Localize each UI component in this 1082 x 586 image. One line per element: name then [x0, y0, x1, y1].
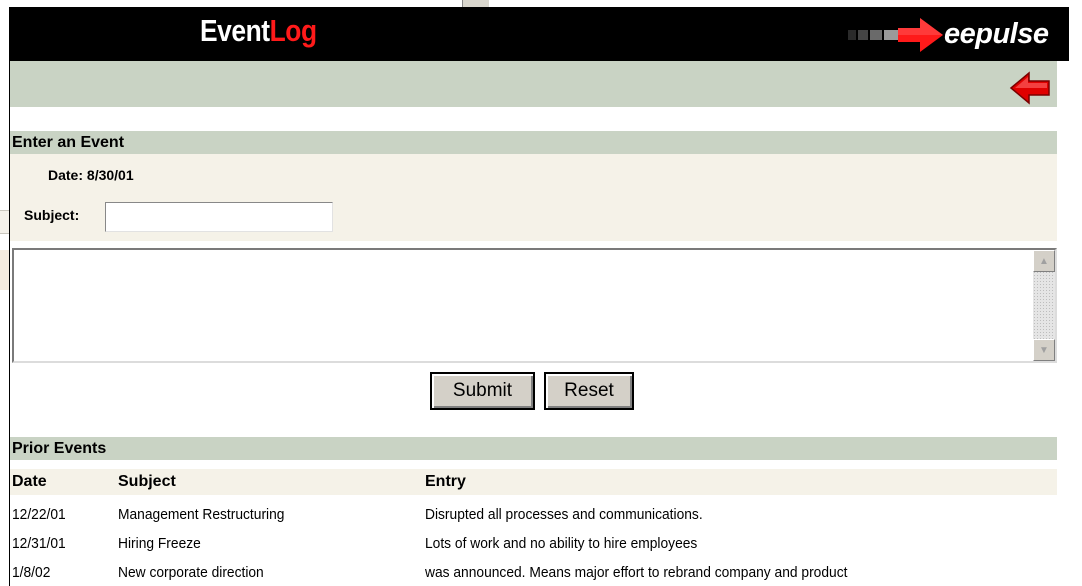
brand-arrow-icon	[848, 18, 943, 52]
row-entry: was announced. Means major effort to reb…	[425, 564, 848, 581]
scroll-up-button[interactable]: ▲	[1033, 250, 1055, 272]
nav-bar	[10, 61, 1057, 107]
row-entry: Disrupted all processes and communicatio…	[425, 506, 703, 523]
prior-events-header: Prior Events	[10, 437, 1057, 460]
eventlog-window: EventLog eepulse Enter an Event Date: 8/…	[9, 7, 1070, 586]
column-header-date: Date	[12, 473, 47, 490]
row-subject: Hiring Freeze	[118, 535, 201, 552]
row-subject: New corporate direction	[118, 564, 264, 581]
date-row: Date: 8/30/01	[48, 167, 134, 183]
date-value: 8/30/01	[86, 167, 134, 183]
eepulse-brand: eepulse	[848, 15, 1068, 55]
reset-button[interactable]: Reset	[544, 372, 634, 410]
back-arrow-icon[interactable]	[1009, 71, 1051, 105]
eventlog-logo: EventLog	[200, 13, 317, 48]
table-row: 12/22/01 Management Restructuring Disrup…	[10, 502, 1057, 528]
brand-name: eepulse	[944, 18, 1049, 50]
header-bar: EventLog eepulse	[10, 7, 1069, 61]
prior-events-table-header: Date Subject Entry	[10, 469, 1057, 495]
entry-textarea-box: ▲ ▼	[12, 248, 1057, 363]
column-header-entry: Entry	[425, 473, 466, 490]
table-row: 12/31/01 Hiring Freeze Lots of work and …	[10, 531, 1057, 557]
row-date: 12/22/01	[12, 506, 66, 523]
row-date: 12/31/01	[12, 535, 66, 552]
subject-label: Subject:	[24, 207, 80, 223]
row-entry: Lots of work and no ability to hire empl…	[425, 535, 698, 552]
entry-scrollbar[interactable]: ▲ ▼	[1033, 250, 1055, 361]
table-row: 1/8/02 New corporate direction was annou…	[10, 560, 1057, 586]
date-label: Date:	[48, 167, 84, 183]
entry-textarea[interactable]	[14, 250, 1031, 361]
submit-button[interactable]: Submit	[430, 372, 535, 410]
subject-input[interactable]	[105, 202, 333, 232]
column-header-subject: Subject	[118, 473, 176, 490]
row-subject: Management Restructuring	[118, 506, 285, 523]
enter-event-header: Enter an Event	[10, 131, 1057, 154]
row-date: 1/8/02	[12, 564, 51, 581]
scroll-down-button[interactable]: ▼	[1033, 339, 1055, 361]
